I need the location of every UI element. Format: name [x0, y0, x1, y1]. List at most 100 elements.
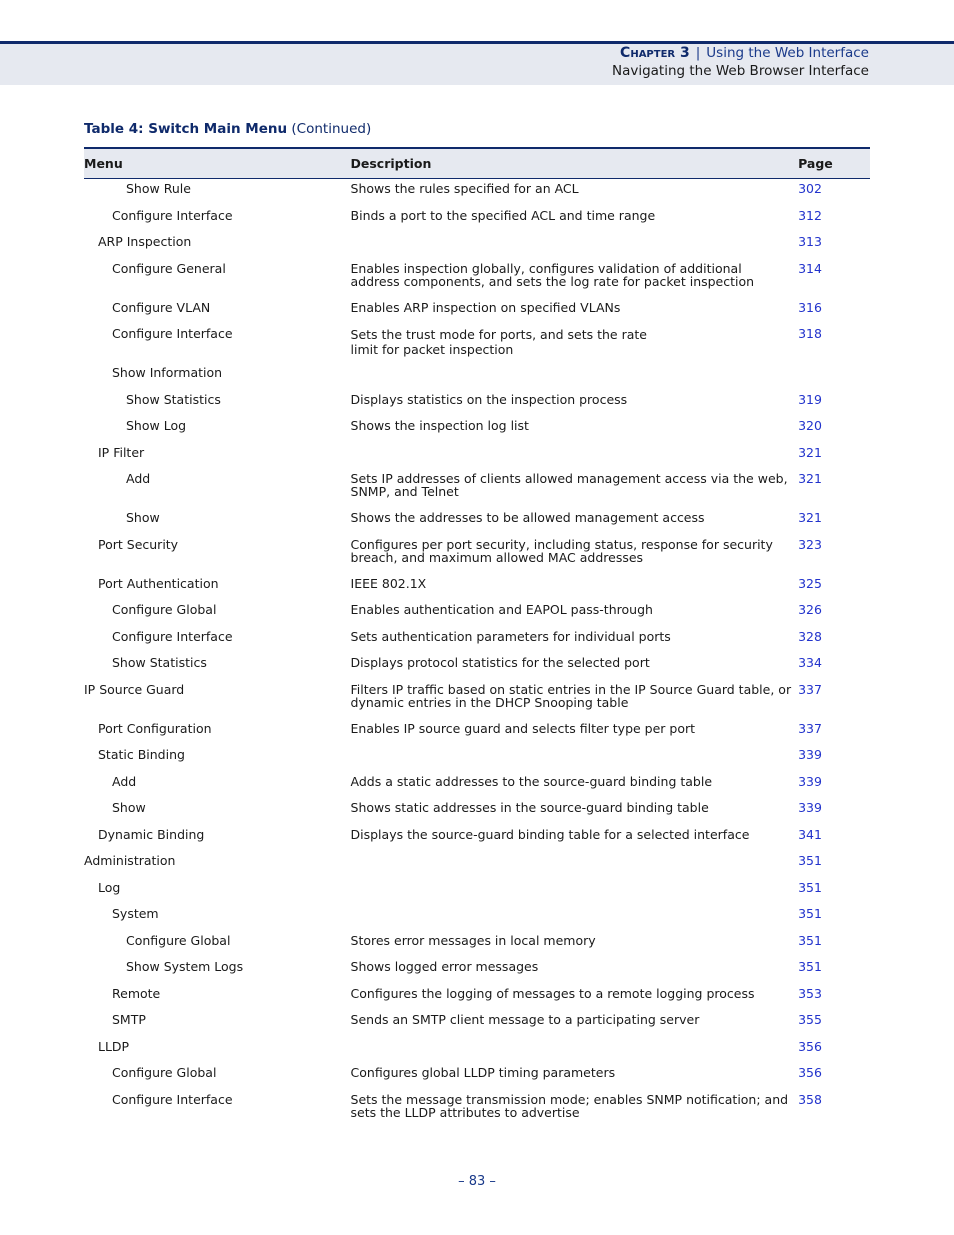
page-link[interactable]: 319 — [798, 390, 870, 417]
description-cell: Configures per port security, including … — [350, 536, 773, 565]
page-link — [798, 363, 870, 390]
menu-cell: Configure Interface — [112, 207, 233, 223]
menu-cell: Port Authentication — [98, 575, 219, 591]
header-separator: | — [695, 45, 701, 61]
table-row: Configure Interface Sets the trust mode f… — [84, 324, 870, 363]
page-link[interactable]: 312 — [798, 206, 870, 233]
table-row: Show System Logs Shows logged error messa… — [84, 957, 870, 984]
table-row: SMTP Sends an SMTP client message to a pa… — [84, 1010, 870, 1037]
page-link[interactable]: 341 — [798, 825, 870, 852]
description-cell: Adds a static addresses to the source-gu… — [350, 773, 713, 789]
description-cell: Displays protocol statistics for the sel… — [350, 655, 650, 670]
description-cell: Shows static addresses in the source-gua… — [350, 800, 709, 815]
description-cell — [351, 1037, 799, 1064]
menu-cell: Show — [126, 510, 160, 525]
page-link[interactable]: 339 — [798, 798, 870, 825]
menu-cell: Configure Global — [126, 932, 231, 948]
page-link[interactable]: 339 — [798, 745, 870, 772]
menu-cell: Add — [112, 773, 137, 789]
menu-cell: Show Rule — [126, 181, 191, 196]
menu-cell: Configure VLAN — [112, 299, 211, 315]
menu-cell: Show Statistics — [126, 391, 221, 407]
page-link[interactable]: 351 — [798, 904, 870, 931]
page-link[interactable]: 351 — [798, 931, 870, 958]
table-row: Configure Interface Sets the message tran… — [84, 1090, 870, 1129]
description-cell: Enables authentication and EAPOL pass-th… — [350, 602, 653, 617]
description-cell: Binds a port to the specified ACL and ti… — [350, 207, 656, 223]
menu-cell: Show — [112, 800, 146, 815]
description-cell: Shows logged error messages — [350, 959, 539, 974]
description-cell: Sets authentication parameters for indiv… — [350, 628, 671, 644]
page-link[interactable]: 314 — [798, 259, 870, 298]
table-row: Static Binding 339 — [84, 745, 870, 772]
page-link[interactable]: 325 — [798, 574, 870, 601]
table-row: Dynamic Binding Displays the source-guard… — [84, 825, 870, 852]
table-row: Configure Interface Binds a port to the s… — [84, 206, 870, 233]
menu-cell: Dynamic Binding — [98, 826, 205, 842]
menu-cell: Remote — [112, 985, 161, 1001]
page-link[interactable]: 351 — [798, 957, 870, 984]
table-header-row: Menu Description Page — [84, 147, 870, 179]
page-link[interactable]: 351 — [798, 878, 870, 905]
switch-main-menu-table: Menu Description Page Show Rule Shows the… — [84, 147, 870, 1129]
table-row: Log 351 — [84, 878, 870, 905]
table-row: Add Sets IP addresses of clients allowed … — [84, 469, 870, 508]
menu-cell: Static Binding — [98, 747, 185, 762]
column-header-description: Description — [350, 147, 799, 179]
page-link[interactable]: 326 — [798, 600, 870, 627]
table-row: Administration 351 — [84, 851, 870, 878]
description-cell: Shows the inspection log list — [350, 418, 529, 433]
page-link[interactable]: 323 — [798, 535, 870, 574]
menu-cell: Show Statistics — [112, 655, 207, 670]
table-row: Show Information — [84, 363, 870, 390]
page-link[interactable]: 318 — [798, 324, 870, 363]
page-link[interactable]: 351 — [798, 851, 870, 878]
description-cell — [351, 232, 799, 259]
page-link[interactable]: 321 — [798, 469, 870, 508]
description-cell: Shows the addresses to be allowed manage… — [350, 510, 705, 525]
page-link[interactable]: 321 — [798, 443, 870, 470]
table-row: Configure VLAN Enables ARP inspection on … — [84, 298, 870, 325]
description-cell: IEEE 802.1X — [350, 575, 427, 591]
section-title: Navigating the Web Browser Interface — [611, 63, 869, 79]
page-link[interactable]: 313 — [798, 232, 870, 259]
page-link[interactable]: 337 — [798, 719, 870, 746]
description-cell: Enables ARP inspection on specified VLAN… — [350, 299, 621, 315]
table-row: Configure General Enables inspection glob… — [84, 259, 870, 298]
description-cell: Shows the rules specified for an ACL — [350, 181, 579, 196]
menu-cell: LLDP — [98, 1038, 130, 1054]
table-row: Port Security Configures per port securit… — [84, 535, 870, 574]
menu-cell: Configure General — [112, 260, 226, 276]
description-cell: Filters IP traffic based on static entri… — [350, 681, 792, 710]
table-row: Configure Global Stores error messages in… — [84, 931, 870, 958]
menu-cell: Port Configuration — [98, 720, 212, 736]
chapter-title: Using the Web Interface — [706, 45, 869, 61]
table-row: Port Configuration Enables IP source guar… — [84, 719, 870, 746]
table-row: Show Shows the addresses to be allowed ma… — [84, 508, 870, 535]
table-row: Show Log Shows the inspection log list 320 — [84, 416, 870, 443]
page-link[interactable]: 353 — [798, 984, 870, 1011]
page-link[interactable]: 358 — [798, 1090, 870, 1129]
page-link[interactable]: 339 — [798, 772, 870, 799]
page-link[interactable]: 302 — [798, 179, 870, 206]
page-link[interactable]: 356 — [798, 1063, 870, 1090]
menu-cell: Configure Global — [112, 602, 217, 617]
menu-cell: Add — [126, 471, 151, 486]
page-link[interactable]: 320 — [798, 416, 870, 443]
table-row: Show Statistics Displays statistics on th… — [84, 390, 870, 417]
menu-cell: SMTP — [112, 1012, 146, 1027]
page-link[interactable]: 334 — [798, 653, 870, 680]
description-cell — [351, 745, 799, 772]
page-link[interactable]: 321 — [798, 508, 870, 535]
table-caption-label: Table 4: Switch Main Menu — [84, 121, 288, 137]
description-cell: Sets the message transmission mode; enab… — [350, 1091, 789, 1120]
page-link[interactable]: 316 — [798, 298, 870, 325]
page-link[interactable]: 356 — [798, 1037, 870, 1064]
page-link[interactable]: 337 — [798, 680, 870, 719]
description-cell: Sets the trust mode for ports, and sets … — [350, 327, 647, 357]
description-cell — [351, 851, 799, 878]
description-cell: Sets IP addresses of clients allowed man… — [350, 471, 788, 499]
page-link[interactable]: 328 — [798, 627, 870, 654]
page-link[interactable]: 355 — [798, 1010, 870, 1037]
table-row: IP Filter 321 — [84, 443, 870, 470]
